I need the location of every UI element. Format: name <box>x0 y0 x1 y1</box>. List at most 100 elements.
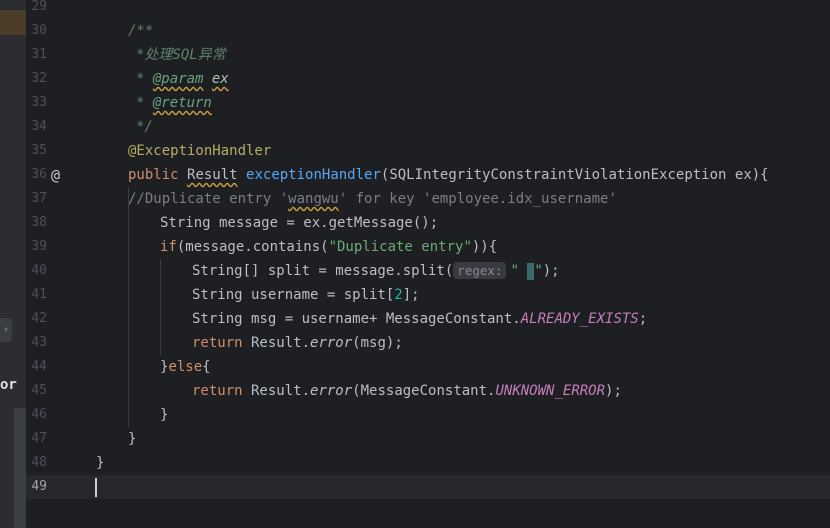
keyword: return <box>192 383 243 399</box>
statement: String message = ex.getMessage(); <box>160 215 439 231</box>
line-number: 33 <box>31 95 47 110</box>
expression: Result. <box>242 335 311 351</box>
statement: String[] split = message.split( <box>192 263 454 279</box>
expression: ]; <box>402 287 420 303</box>
doc-star: * <box>136 95 153 111</box>
string-literal: " <box>534 263 543 279</box>
line-number: 47 <box>31 431 47 446</box>
code-line-46: } <box>160 403 168 427</box>
expression: ); <box>605 383 622 399</box>
doc-comment: *处理SQL异常 <box>136 47 226 63</box>
line-number: 35 <box>31 143 47 158</box>
line-number: 37 <box>31 191 47 206</box>
line-number: 38 <box>31 215 47 230</box>
line-number: 46 <box>31 407 47 422</box>
line-number: 48 <box>31 455 47 470</box>
keyword: if <box>160 239 177 255</box>
code-line-37: //Duplicate entry 'wangwu' for key 'empl… <box>128 187 617 211</box>
brace: } <box>160 407 169 423</box>
line-number: 36 <box>31 167 47 182</box>
doc-star: * <box>136 71 153 87</box>
line-number: 43 <box>31 335 47 350</box>
method-name: exceptionHandler <box>246 167 381 183</box>
line-number-current: 49 <box>31 479 47 494</box>
comment-typo-word: wangwu <box>288 191 339 207</box>
text-cursor <box>95 478 97 497</box>
comment: //Duplicate entry ' <box>128 191 289 207</box>
panel-scroll-strip[interactable] <box>14 408 26 528</box>
code-line-35: @ExceptionHandler <box>128 139 271 163</box>
left-tool-strip: › or <box>0 0 26 528</box>
line-number: 42 <box>31 311 47 326</box>
expression: ; <box>638 311 648 327</box>
code-line-43: return Result.error(msg); <box>192 331 403 355</box>
keyword: else <box>168 359 203 375</box>
expression: Result. <box>242 383 311 399</box>
constant: UNKNOWN_ERROR <box>495 383 606 399</box>
line-number: 30 <box>31 23 47 38</box>
number-literal: 2 <box>394 287 403 303</box>
annotation: @ExceptionHandler <box>128 143 272 159</box>
code-line-42: String msg = username+ MessageConstant.A… <box>192 307 647 331</box>
brace: } <box>128 431 137 447</box>
keyword: public <box>128 167 179 183</box>
chevron-right-icon[interactable]: › <box>1 318 11 342</box>
current-line-highlight <box>26 475 830 499</box>
line-number: 34 <box>31 119 47 134</box>
code-line-40: String[] split = message.split(regex: " "… <box>192 259 560 283</box>
expression: (msg); <box>352 335 403 351</box>
method-params: (SQLIntegrityConstraintViolationExceptio… <box>380 167 769 183</box>
request-mapping-gutter-icon[interactable]: @ <box>51 163 60 187</box>
static-method: error <box>310 383 353 399</box>
keyword: return <box>192 335 243 351</box>
string-literal: "Duplicate entry" <box>328 239 472 255</box>
brace: } <box>96 455 105 471</box>
line-number: 44 <box>31 359 47 374</box>
expression: ); <box>542 263 560 279</box>
code-line-31: *处理SQL异常 <box>136 43 226 67</box>
type-name: Result <box>187 167 238 183</box>
doc-tag: @return <box>152 95 212 111</box>
line-number: 32 <box>31 71 47 86</box>
doc-tag: @param <box>152 71 204 87</box>
statement: String username = split[ <box>192 287 395 303</box>
code-line-36: public Result exceptionHandler(SQLIntegr… <box>128 163 769 187</box>
code-line-34: */ <box>136 115 153 139</box>
comment: ' for key 'employee.idx_username' <box>338 191 617 207</box>
parameter-hint: regex: <box>453 262 507 279</box>
line-number: 31 <box>31 47 47 62</box>
code-line-39: if(message.contains("Duplicate entry")){ <box>160 235 497 259</box>
brace: { <box>202 359 211 375</box>
code-line-47: } <box>128 427 136 451</box>
expression: (message.contains( <box>176 239 329 255</box>
code-line-38: String message = ex.getMessage(); <box>160 211 438 235</box>
bookmark-highlight <box>0 10 26 35</box>
expression: )){ <box>471 239 498 255</box>
string-literal: " <box>510 263 528 279</box>
code-line-32: * @param ex <box>136 67 229 91</box>
line-number: 40 <box>31 263 47 278</box>
doc-comment-end: */ <box>136 119 153 135</box>
doc-param-name: ex <box>211 71 229 87</box>
line-number: 29 <box>31 0 47 14</box>
doc-comment: /** <box>128 23 154 39</box>
code-line-45: return Result.error(MessageConstant.UNKN… <box>192 379 622 403</box>
line-number: 39 <box>31 239 47 254</box>
statement: String msg = username+ MessageConstant. <box>192 311 521 327</box>
panel-label-fragment: or <box>0 377 17 393</box>
static-method: error <box>310 335 353 351</box>
code-line-33: * @return <box>136 91 212 115</box>
indent-guide <box>160 259 161 355</box>
line-number: 45 <box>31 383 47 398</box>
constant: ALREADY_EXISTS <box>520 311 639 327</box>
line-number: 41 <box>31 287 47 302</box>
code-line-30: /** <box>128 19 153 43</box>
code-line-41: String username = split[2]; <box>192 283 420 307</box>
indent-guide <box>128 187 129 427</box>
code-line-48: } <box>96 451 104 475</box>
expression: (MessageConstant. <box>352 383 496 399</box>
code-line-44: }else{ <box>160 355 211 379</box>
